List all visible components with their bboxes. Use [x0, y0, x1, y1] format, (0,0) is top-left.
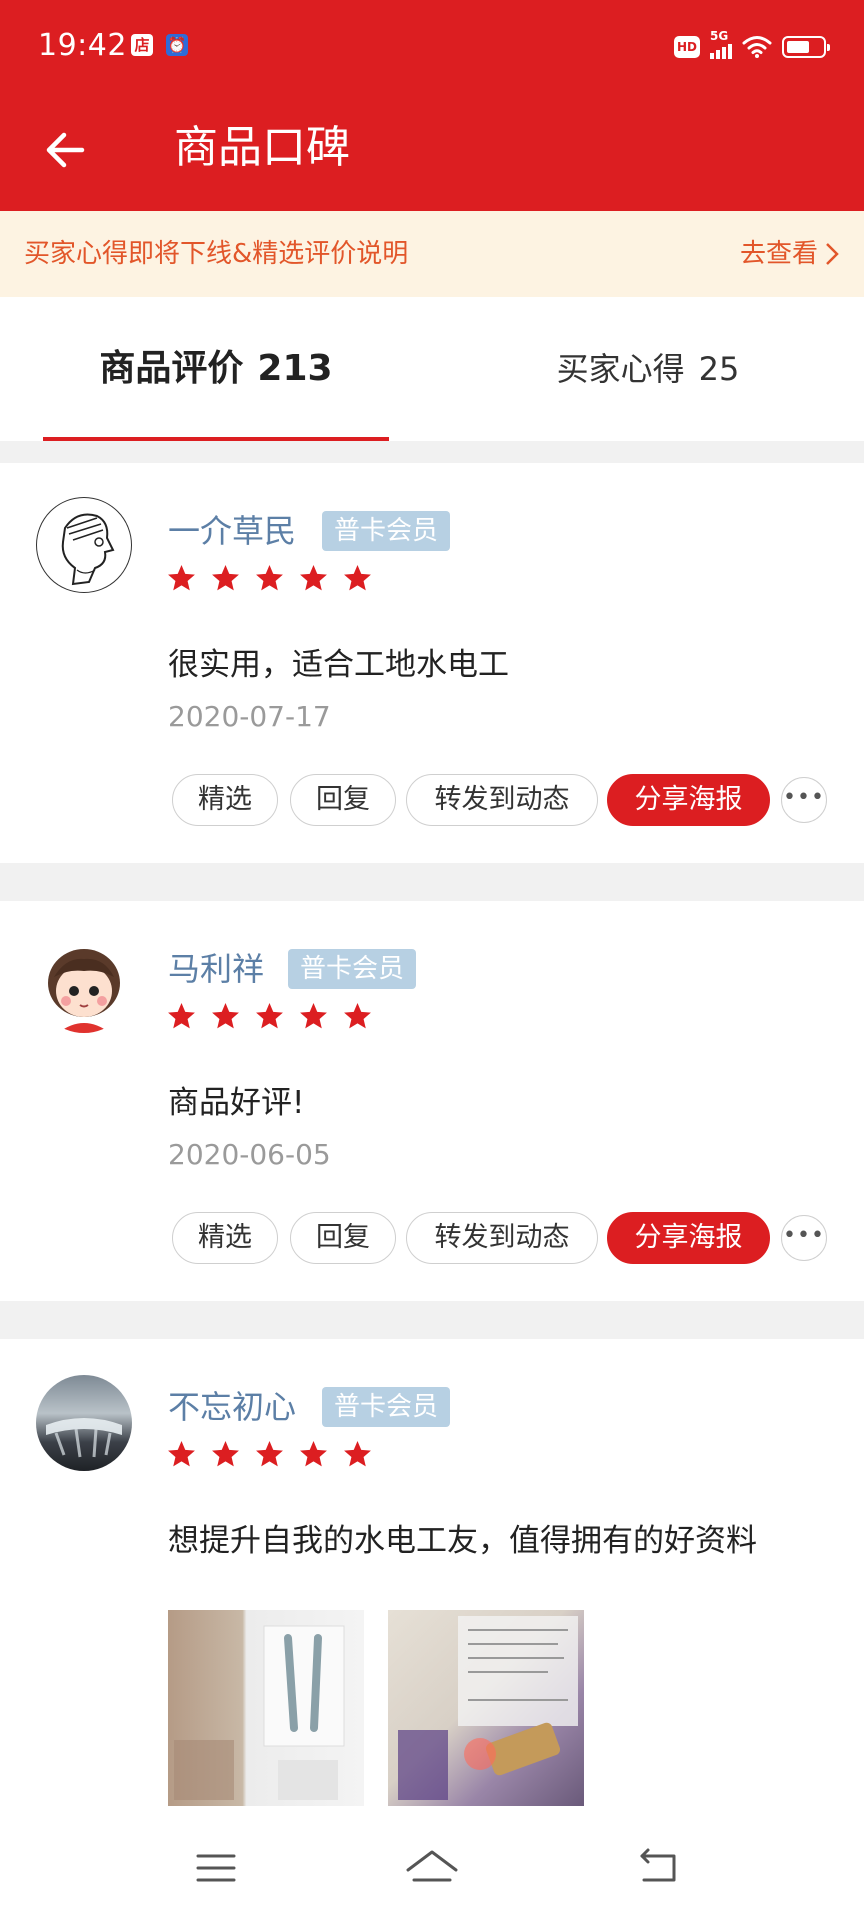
header: 商品口碑 — [0, 94, 864, 211]
notice-link[interactable]: 去查看 — [740, 211, 840, 297]
star-icon — [256, 564, 283, 591]
forward-to-feed-button[interactable]: 转发到动态 — [406, 774, 598, 826]
status-bar: 19:42 店 ⏰ HD 5G — [0, 0, 864, 94]
rating-stars — [166, 1001, 373, 1032]
alarm-notification-icon: ⏰ — [166, 34, 188, 56]
review-content: 很实用，适合工地水电工 — [168, 647, 509, 683]
feature-button[interactable]: 精选 — [172, 774, 278, 826]
feature-button[interactable]: 精选 — [172, 1212, 278, 1264]
cartoon-boy-image — [48, 949, 120, 1033]
star-icon — [212, 1002, 239, 1029]
waterfall-image — [46, 1418, 122, 1458]
arrow-left-icon[interactable] — [40, 120, 100, 180]
star-icon — [300, 564, 327, 591]
username[interactable]: 不忘初心 — [168, 1385, 296, 1429]
page-title: 商品口碑 — [174, 122, 350, 173]
reply-button[interactable]: 回复 — [290, 774, 396, 826]
share-poster-button[interactable]: 分享海报 — [607, 1212, 770, 1264]
review-content: 商品好评! — [168, 1085, 305, 1121]
review-card: 马利祥 普卡会员 商品好评! 2020-06-05 精选 回复 转发到动态 分享… — [0, 901, 864, 1301]
rating-stars — [166, 563, 373, 594]
star-icon — [344, 1440, 371, 1467]
divider — [0, 1301, 864, 1339]
avatar[interactable] — [36, 497, 132, 593]
back-icon[interactable] — [626, 1836, 690, 1900]
tab-reviews[interactable]: 商品评价 213 — [43, 297, 389, 441]
divider — [0, 441, 864, 463]
home-icon[interactable] — [400, 1836, 464, 1900]
reply-button[interactable]: 回复 — [290, 1212, 396, 1264]
share-poster-button[interactable]: 分享海报 — [607, 774, 770, 826]
menu-icon[interactable] — [184, 1836, 248, 1900]
review-date: 2020-07-17 — [168, 700, 331, 733]
review-date: 2020-06-05 — [168, 1138, 331, 1171]
star-icon — [212, 564, 239, 591]
star-icon — [344, 564, 371, 591]
star-icon — [300, 1002, 327, 1029]
member-badge: 普卡会员 — [288, 949, 417, 989]
review-card: 一介草民 普卡会员 很实用，适合工地水电工 2020-07-17 精选 回复 转… — [0, 463, 864, 863]
status-time: 19:42 — [38, 28, 127, 63]
chevron-right-icon — [826, 243, 839, 265]
top-bar: 19:42 店 ⏰ HD 5G 商品口碑 — [0, 0, 864, 211]
status-icons: HD 5G — [674, 29, 830, 62]
star-icon — [168, 564, 195, 591]
hd-voice-icon: HD — [674, 36, 700, 58]
battery-icon — [782, 36, 830, 58]
member-badge: 普卡会员 — [322, 511, 451, 551]
tab-buyer-notes[interactable]: 买家心得 25 — [478, 297, 818, 441]
star-icon — [212, 1440, 239, 1467]
sketch-portrait-image — [61, 513, 115, 586]
review-photo[interactable] — [388, 1610, 584, 1806]
review-content: 想提升自我的水电工友，值得拥有的好资料 — [168, 1523, 757, 1559]
divider — [0, 863, 864, 901]
star-icon — [168, 1440, 195, 1467]
username[interactable]: 一介草民 — [168, 509, 296, 553]
member-badge: 普卡会员 — [322, 1387, 451, 1427]
tab-bar: 商品评价 213 买家心得 25 — [0, 297, 864, 442]
review-card: 不忘初心 普卡会员 想提升自我的水电工友，值得拥有的好资料 — [0, 1339, 864, 1814]
system-nav-bar — [0, 1814, 864, 1920]
star-icon — [256, 1440, 283, 1467]
notice-banner[interactable]: 买家心得即将下线&精选评价说明 去查看 — [0, 211, 864, 297]
username[interactable]: 马利祥 — [168, 947, 264, 991]
rating-stars — [166, 1439, 373, 1470]
star-icon — [168, 1002, 195, 1029]
cellular-signal-icon: 5G — [710, 29, 732, 59]
avatar[interactable] — [36, 937, 132, 1033]
review-photo[interactable] — [168, 1610, 364, 1806]
star-icon — [344, 1002, 371, 1029]
avatar[interactable] — [36, 1375, 132, 1471]
more-options-icon[interactable]: ••• — [781, 1215, 827, 1261]
notice-text: 买家心得即将下线&精选评价说明 — [24, 239, 409, 269]
more-options-icon[interactable]: ••• — [781, 777, 827, 823]
wifi-icon — [742, 36, 772, 58]
store-notification-icon: 店 — [131, 34, 153, 56]
star-icon — [256, 1002, 283, 1029]
forward-to-feed-button[interactable]: 转发到动态 — [406, 1212, 598, 1264]
star-icon — [300, 1440, 327, 1467]
